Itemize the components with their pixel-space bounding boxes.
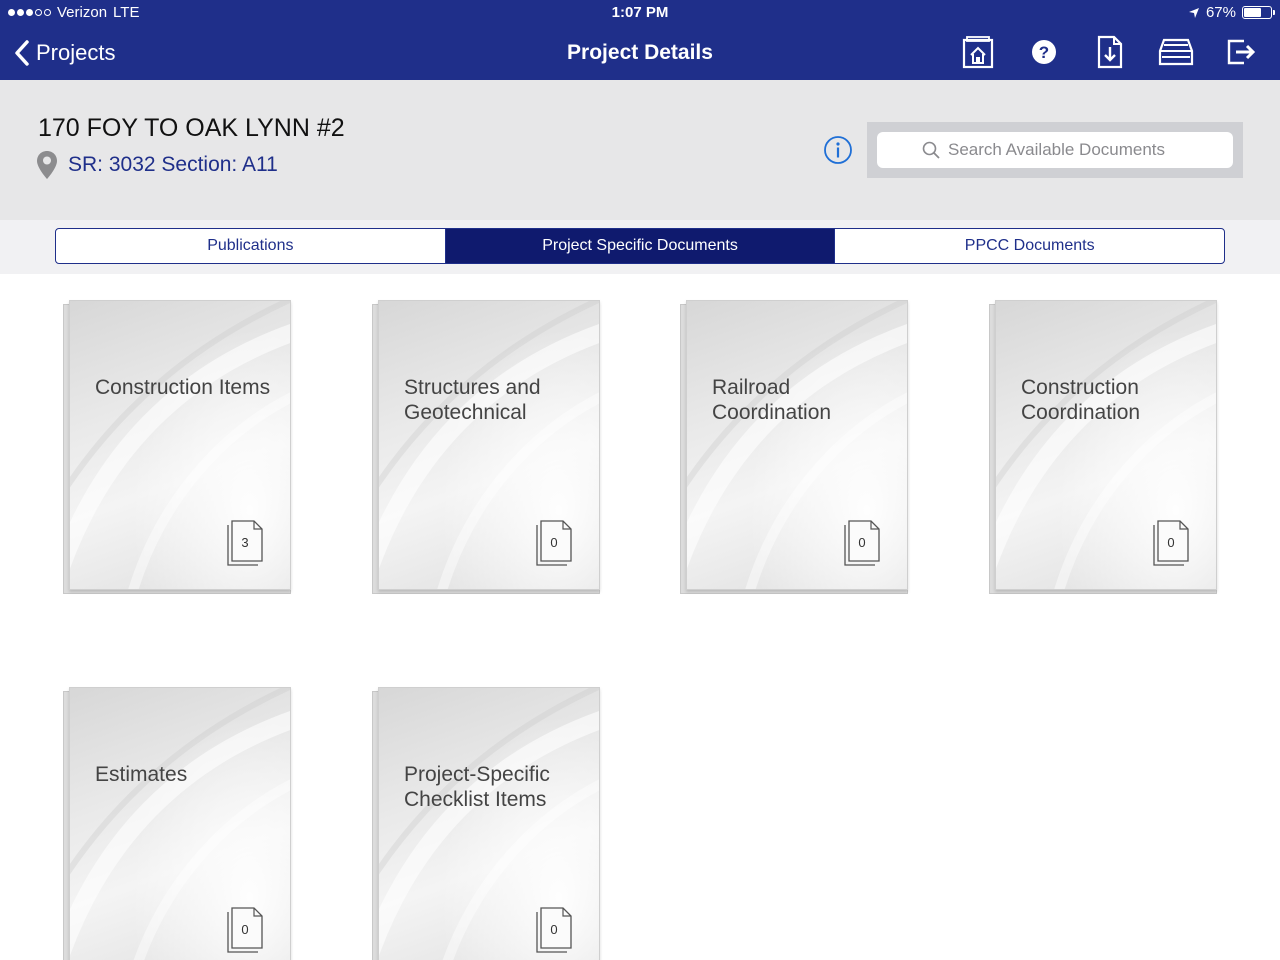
document-count-badge: 0 bbox=[535, 519, 575, 567]
folder-cover: Estimates 0 bbox=[69, 687, 291, 960]
document-count: 0 bbox=[550, 535, 558, 550]
tabs-bar: Publications Project Specific Documents … bbox=[0, 220, 1280, 274]
folder-label: Structures and Geotechnical bbox=[404, 376, 541, 424]
chevron-left-icon bbox=[15, 40, 29, 66]
search-box bbox=[877, 132, 1233, 168]
document-count-badge: 0 bbox=[535, 906, 575, 954]
location-arrow-icon bbox=[1188, 7, 1199, 18]
search-input[interactable] bbox=[948, 140, 1188, 160]
back-button[interactable]: Projects bbox=[14, 38, 115, 68]
battery-percent: 67% bbox=[1205, 4, 1236, 21]
status-right: 67% bbox=[1188, 4, 1275, 21]
home-folder-button[interactable] bbox=[960, 34, 996, 70]
tab-publications[interactable]: Publications bbox=[56, 229, 446, 263]
project-location: SR: 3032 Section: A11 bbox=[36, 150, 278, 180]
document-count-badge: 0 bbox=[226, 906, 266, 954]
document-count-badge: 0 bbox=[1152, 519, 1192, 567]
info-icon bbox=[824, 136, 852, 164]
document-count-badge: 3 bbox=[226, 519, 266, 567]
project-location-text: SR: 3032 Section: A11 bbox=[68, 153, 278, 176]
folder-railroad-coordination[interactable]: Railroad Coordination 0 bbox=[680, 300, 910, 596]
app-root: Verizon LTE 1:07 PM 67% Projects Project… bbox=[0, 0, 1280, 960]
folder-cover: Structures and Geotechnical 0 bbox=[378, 300, 600, 590]
folder-cover: Construction Coordination 0 bbox=[995, 300, 1217, 590]
folder-project-specific-checklist-items[interactable]: Project-Specific Checklist Items 0 bbox=[372, 687, 602, 960]
document-count: 0 bbox=[241, 922, 249, 937]
project-name: 170 FOY TO OAK LYNN #2 bbox=[38, 114, 345, 142]
segmented-tabs: Publications Project Specific Documents … bbox=[55, 228, 1225, 264]
tab-ppcc-documents[interactable]: PPCC Documents bbox=[835, 229, 1224, 263]
logout-button[interactable] bbox=[1224, 34, 1260, 70]
tab-project-specific-documents[interactable]: Project Specific Documents bbox=[445, 229, 836, 263]
battery-icon bbox=[1242, 6, 1275, 19]
folder-label: Construction Coordination bbox=[1021, 376, 1141, 424]
folder-structures-and-geotechnical[interactable]: Structures and Geotechnical 0 bbox=[372, 300, 602, 596]
svg-text:?: ? bbox=[1039, 43, 1049, 62]
folder-cover: Railroad Coordination 0 bbox=[686, 300, 908, 590]
help-button[interactable]: ? bbox=[1026, 34, 1062, 70]
download-document-button[interactable] bbox=[1092, 34, 1128, 70]
download-document-icon bbox=[1097, 35, 1123, 69]
header: Verizon LTE 1:07 PM 67% Projects Project… bbox=[0, 0, 1280, 80]
project-info-bar: 170 FOY TO OAK LYNN #2 SR: 3032 Section:… bbox=[0, 80, 1280, 220]
back-button-label: Projects bbox=[36, 40, 116, 65]
folder-cover: Project-Specific Checklist Items 0 bbox=[378, 687, 600, 960]
archive-tray-button[interactable] bbox=[1158, 34, 1194, 70]
folder-label: Railroad Coordination bbox=[712, 376, 832, 424]
folder-label: Estimates bbox=[95, 763, 188, 786]
folder-grid: Construction Items 3 Structures and Geot… bbox=[0, 274, 1280, 960]
search-container bbox=[867, 122, 1243, 178]
folder-construction-coordination[interactable]: Construction Coordination 0 bbox=[989, 300, 1219, 596]
document-count-badge: 0 bbox=[843, 519, 883, 567]
info-button[interactable] bbox=[823, 135, 853, 165]
document-count: 0 bbox=[1167, 535, 1175, 550]
archive-tray-icon bbox=[1158, 38, 1194, 66]
nav-actions: ? bbox=[960, 34, 1260, 70]
map-pin-icon bbox=[37, 151, 57, 179]
document-count: 3 bbox=[241, 535, 249, 550]
search-icon bbox=[922, 141, 940, 159]
status-bar: Verizon LTE 1:07 PM 67% bbox=[0, 0, 1280, 26]
folder-construction-items[interactable]: Construction Items 3 bbox=[63, 300, 293, 596]
home-folder-icon bbox=[962, 36, 994, 69]
folder-label: Project-Specific Checklist Items bbox=[404, 763, 550, 811]
folder-estimates[interactable]: Estimates 0 bbox=[63, 687, 293, 960]
document-count: 0 bbox=[858, 535, 866, 550]
folder-label: Construction Items bbox=[95, 376, 271, 399]
status-time: 1:07 PM bbox=[611, 4, 669, 21]
document-count: 0 bbox=[550, 922, 558, 937]
folder-cover: Construction Items 3 bbox=[69, 300, 291, 590]
logout-icon bbox=[1227, 39, 1256, 65]
help-icon: ? bbox=[1032, 40, 1056, 64]
